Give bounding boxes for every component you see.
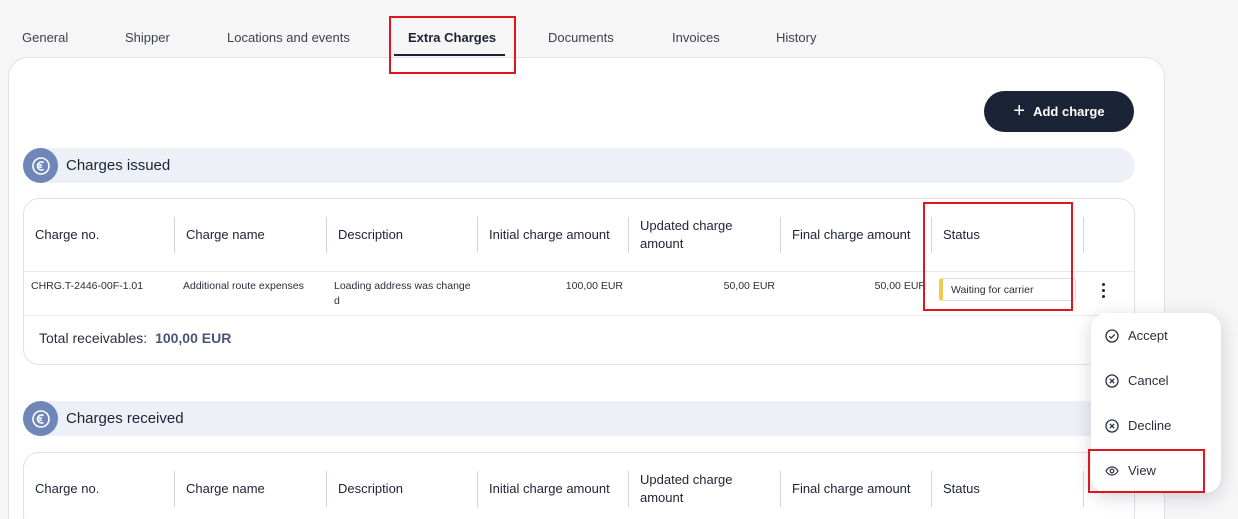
check-circle-icon [1105, 328, 1119, 343]
column-divider [628, 217, 629, 253]
column-header: Charge name [186, 481, 265, 496]
description-cell: Loading address was changed [334, 280, 471, 307]
column-header: Description [338, 481, 404, 496]
charges-received-table: Charge no. Charge name Description Initi… [23, 452, 1135, 519]
kebab-dot [1101, 282, 1105, 286]
column-divider [477, 471, 478, 507]
charges-issued-header: Charges issued [23, 148, 1135, 183]
total-receivables: Total receivables: 100,00 EUR [39, 330, 231, 346]
menu-item-view[interactable]: View [1105, 463, 1156, 478]
row-actions-menu: Accept Cancel Decline View [1091, 313, 1221, 493]
tab-locations-and-events[interactable]: Locations and events [227, 30, 350, 45]
column-divider [780, 471, 781, 507]
total-label: Total receivables: [39, 330, 148, 346]
section-title: Charges received [66, 410, 184, 427]
total-value: 100,00 EUR [155, 330, 232, 346]
column-header: Final charge amount [792, 227, 911, 242]
column-header: Final charge amount [792, 481, 911, 496]
euro-icon [23, 148, 58, 183]
column-divider [1083, 217, 1084, 253]
menu-item-label: Cancel [1128, 373, 1169, 388]
column-header: Charge no. [35, 227, 100, 242]
section-title: Charges issued [66, 157, 171, 174]
column-header: Description [338, 227, 404, 242]
column-divider [931, 217, 932, 253]
column-header: Initial charge amount [489, 227, 610, 242]
final-amount-cell: 50,00 EUR [874, 280, 926, 292]
row-actions-button[interactable] [1094, 279, 1112, 301]
menu-item-decline[interactable]: Decline [1105, 418, 1171, 433]
row-divider [24, 315, 1134, 316]
tab-bar: General Shipper Locations and events Ext… [0, 0, 1238, 58]
column-header: Charge name [186, 227, 265, 242]
tab-extra-charges[interactable]: Extra Charges [408, 30, 496, 45]
column-divider [780, 217, 781, 253]
column-header: Status [943, 227, 980, 242]
active-tab-indicator [394, 54, 505, 56]
kebab-dot [1101, 294, 1105, 298]
charges-received-header: Charges received [23, 401, 1135, 436]
euro-icon [23, 401, 58, 436]
x-circle-icon [1105, 418, 1119, 433]
menu-item-label: Decline [1128, 418, 1172, 433]
menu-item-accept[interactable]: Accept [1105, 328, 1168, 343]
tab-shipper[interactable]: Shipper [125, 30, 170, 45]
column-divider [174, 217, 175, 253]
column-header: Updated charge amount [640, 218, 733, 251]
charge-no-cell: CHRG.T-2446-00F-1.01 [31, 280, 144, 292]
kebab-dot [1101, 288, 1105, 292]
column-header: Updated charge amount [640, 472, 733, 505]
menu-item-label: View [1128, 463, 1156, 478]
row-divider [24, 271, 1134, 272]
charges-issued-table: Charge no. Charge name Description Initi… [23, 198, 1135, 365]
column-divider [326, 217, 327, 253]
menu-item-label: Accept [1128, 328, 1168, 343]
column-divider [326, 471, 327, 507]
tab-history[interactable]: History [776, 30, 816, 45]
column-divider [1083, 471, 1084, 507]
status-badge: Waiting for carrier [939, 278, 1076, 301]
add-charge-button[interactable]: + Add charge [984, 91, 1134, 132]
column-divider [174, 471, 175, 507]
add-charge-label: Add charge [1033, 104, 1105, 119]
x-circle-icon [1105, 373, 1119, 388]
updated-amount-cell: 50,00 EUR [723, 280, 775, 292]
initial-amount-cell: 100,00 EUR [565, 280, 623, 292]
menu-item-cancel[interactable]: Cancel [1105, 373, 1168, 388]
column-divider [931, 471, 932, 507]
tab-invoices[interactable]: Invoices [672, 30, 720, 45]
plus-icon: + [1013, 99, 1026, 122]
column-header: Charge no. [35, 481, 100, 496]
column-divider [628, 471, 629, 507]
column-divider [477, 217, 478, 253]
eye-icon [1105, 465, 1119, 476]
charge-name-cell: Additional route expenses [183, 280, 304, 292]
column-header: Status [943, 481, 980, 496]
column-header: Initial charge amount [489, 481, 610, 496]
tab-documents[interactable]: Documents [548, 30, 614, 45]
tab-general[interactable]: General [22, 30, 68, 45]
